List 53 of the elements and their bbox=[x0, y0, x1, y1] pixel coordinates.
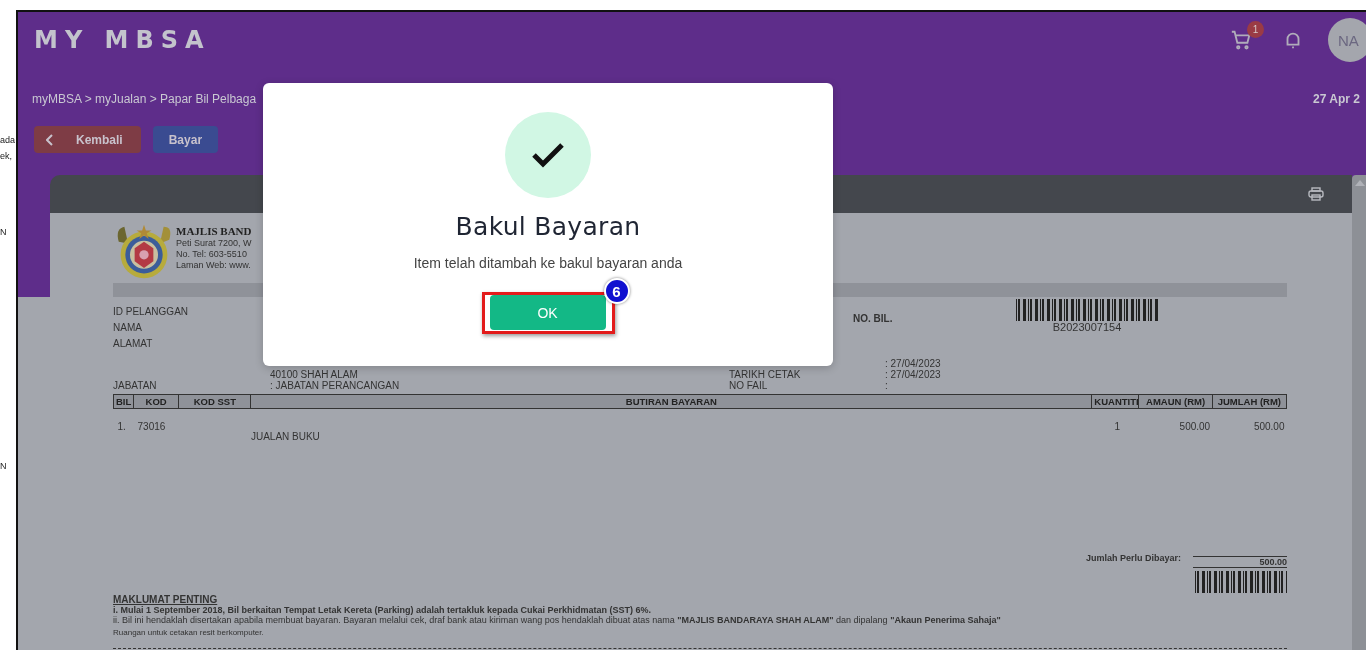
pay-button[interactable]: Bayar bbox=[152, 126, 219, 153]
note-text: ii. Bil ini hendaklah disertakan apabila membuat bayaran. Bayaran melalui cek, draf bank atau kiriman wang pos hendaklah dibuat atas nama "MAJLIS BANDARAYA SHAH ALAM" dan dipalang "Akaun Penerima Sahaja" bbox=[113, 615, 1002, 625]
back-button[interactable]: Kembali bbox=[34, 126, 141, 153]
print-icon[interactable] bbox=[1308, 187, 1324, 201]
background-text: ek, bbox=[0, 150, 13, 162]
column-header: BUTIRAN BAYARAN bbox=[250, 394, 1092, 409]
table-cell: 1 bbox=[1091, 408, 1139, 442]
table-cell: JUALAN BUKU bbox=[250, 408, 1092, 442]
field-label: NO. BIL. bbox=[853, 313, 894, 326]
breadcrumb: myMBSA > myJualan > Papar Bil Pelbaga bbox=[32, 92, 257, 106]
field-value: : 27/04/2023 bbox=[885, 369, 942, 380]
background-text: N bbox=[0, 460, 8, 472]
cart-count-badge: 1 bbox=[1247, 21, 1264, 38]
dialog-message: Item telah ditambah ke bakul bayaran anda bbox=[413, 255, 683, 271]
total-amount: 500.00 bbox=[1193, 556, 1287, 568]
issuer-detail: Laman Web: www. bbox=[176, 260, 252, 271]
field-value: : 27/04/2023 bbox=[885, 358, 942, 369]
field-value: 40100 SHAH ALAM bbox=[270, 369, 359, 380]
logo: MY MBSA bbox=[34, 26, 211, 54]
step-badge: 6 bbox=[603, 278, 630, 304]
scrollbar[interactable] bbox=[1352, 175, 1366, 650]
field-label: ALAMAT bbox=[113, 337, 153, 351]
field-label: ID PELANGGAN bbox=[113, 305, 189, 319]
dialog-title: Bakul Bayaran bbox=[455, 212, 641, 241]
council-name: MAJLIS BAND bbox=[176, 225, 252, 238]
field-label: JABATAN bbox=[113, 380, 158, 391]
field-label: TARIKH CETAK bbox=[729, 369, 802, 380]
field-value: : bbox=[885, 380, 889, 391]
field-label: NAMA bbox=[113, 321, 142, 335]
table-cell: 1. bbox=[113, 408, 134, 442]
issuer-detail: No. Tel: 603-5510 bbox=[176, 249, 248, 260]
field-label: NO FAIL bbox=[729, 380, 769, 391]
date-text: 27 Apr 2 bbox=[1313, 92, 1360, 106]
column-header: JUMLAH (RM) bbox=[1212, 394, 1287, 409]
column-header: KOD bbox=[133, 394, 179, 409]
chevron-left-icon bbox=[46, 133, 54, 146]
background-text: ada bbox=[0, 134, 16, 146]
total-label: Jumlah Perlu Dibayar: bbox=[1085, 552, 1181, 563]
background-text: N bbox=[0, 226, 8, 238]
notes-title: MAKLUMAT PENTING bbox=[113, 595, 219, 605]
column-header: KUANTITI bbox=[1091, 394, 1139, 409]
field-value: : JABATAN PERANCANGAN bbox=[270, 380, 401, 391]
column-header: KOD SST bbox=[178, 394, 251, 409]
table-cell: 73016 bbox=[133, 408, 179, 442]
table-cell: 500.00 bbox=[1138, 408, 1213, 442]
receipt-note: Ruangan untuk cetakan resit berkomputer. bbox=[113, 628, 265, 638]
ok-button[interactable]: OK bbox=[489, 295, 606, 330]
column-header: AMAUN (RM) bbox=[1138, 394, 1213, 409]
table-cell: 500.00 bbox=[1212, 408, 1287, 442]
column-header: BIL bbox=[113, 394, 134, 409]
bill-number: B2023007154 bbox=[1052, 321, 1122, 333]
note-text: i. Mulai 1 September 2018, Bil berkaitan Tempat Letak Kereta (Parking) adalah tertakluk kepada Cukai Perkhidmatan (SST) 6%. bbox=[113, 605, 653, 615]
issuer-detail: Peti Surat 7200, W bbox=[176, 238, 252, 249]
